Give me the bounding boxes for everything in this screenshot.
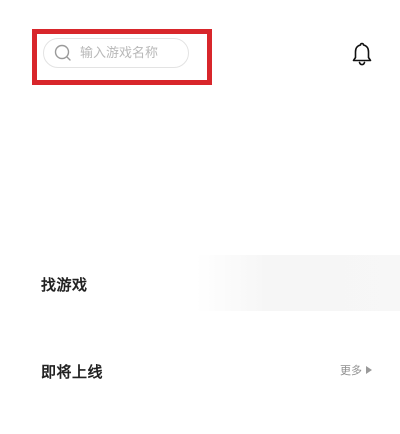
play-triangle-icon [366,366,372,374]
more-link[interactable]: 更多 [340,362,372,378]
search-icon [54,44,72,62]
more-label: 更多 [340,364,362,377]
search-bar[interactable] [43,38,189,68]
banner-placeholder [196,255,400,311]
search-input[interactable] [80,45,180,61]
section-title-find-games: 找游戏 [41,276,88,294]
section-title-upcoming: 即将上线 [41,363,104,381]
bell-icon[interactable] [350,41,374,67]
